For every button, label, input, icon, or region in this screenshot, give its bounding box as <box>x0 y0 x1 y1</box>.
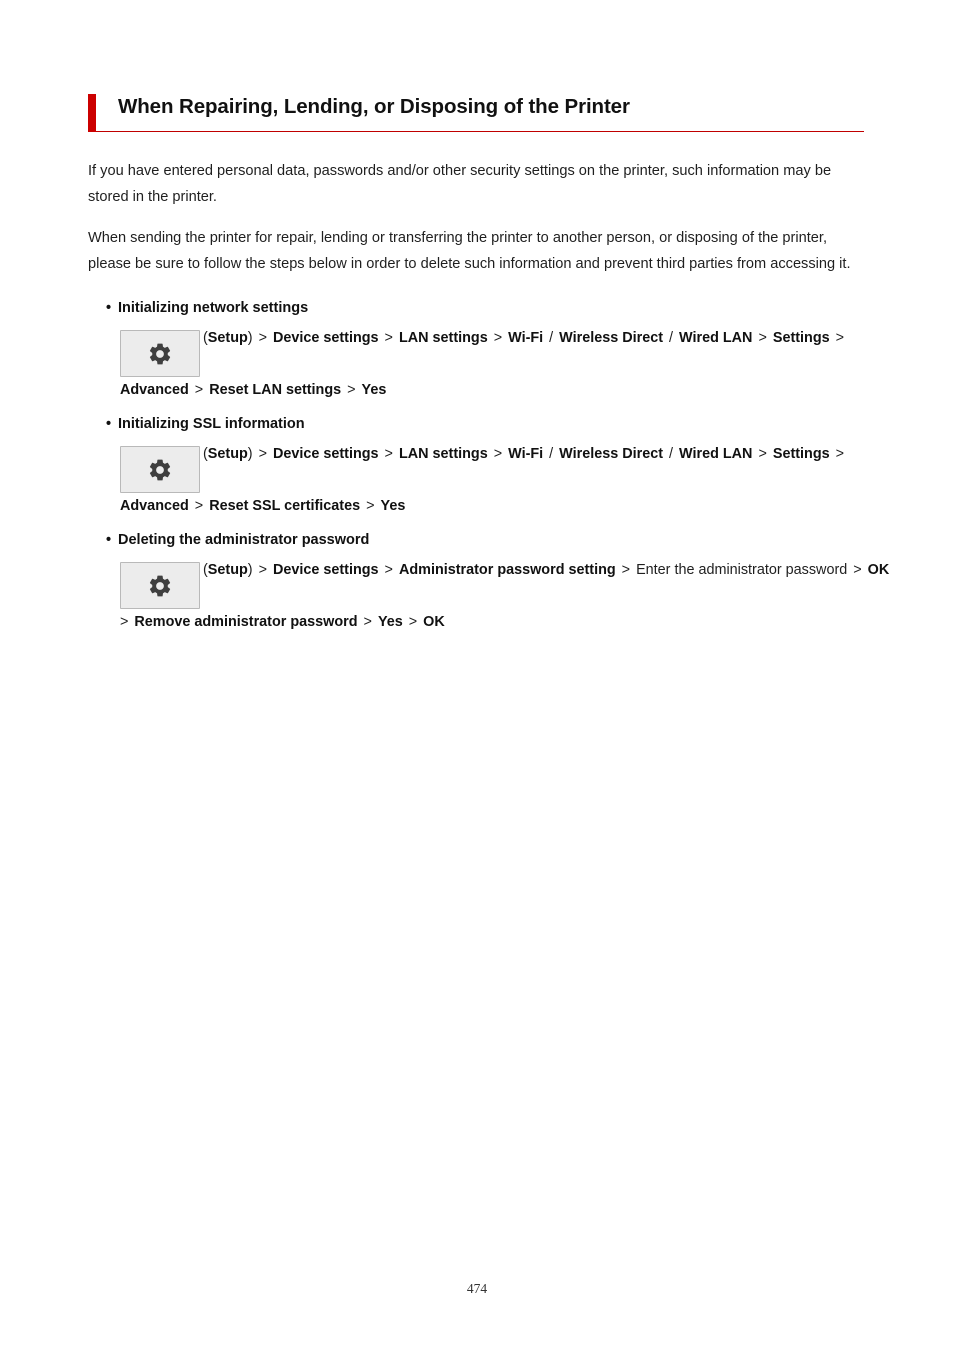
path-separator: > <box>254 445 271 462</box>
menu-item: Remove administrator password <box>134 613 358 630</box>
menu-path-text: (Setup) > Device settings > LAN settings… <box>120 330 846 398</box>
section-title-text: Initializing SSL information <box>118 415 305 432</box>
menu-item: OK <box>423 613 445 630</box>
path-separator: > <box>754 445 771 462</box>
menu-path: (Setup) > Device settings > LAN settings… <box>88 441 894 519</box>
path-separator: > <box>831 445 845 462</box>
bullet-marker: • <box>106 531 112 548</box>
path-separator: > <box>404 613 422 630</box>
menu-item: LAN settings <box>398 329 488 346</box>
menu-item: Wired LAN <box>679 329 753 346</box>
menu-item: Setup <box>207 445 248 462</box>
page-content: When Repairing, Lending, or Disposing of… <box>88 92 889 645</box>
bullet-marker: • <box>106 299 112 316</box>
menu-item: Wired LAN <box>679 445 753 462</box>
path-separator: / <box>545 445 558 462</box>
menu-path: (Setup) > Device settings > LAN settings… <box>88 325 894 403</box>
instruction-section-0: • Initializing network settings (Setup) … <box>88 297 864 403</box>
path-separator: Enter the administrator password <box>636 561 848 578</box>
instruction-sections: • Initializing network settings (Setup) … <box>88 297 889 635</box>
menu-item: Setup <box>207 561 248 578</box>
section-title-text: Initializing network settings <box>118 299 309 316</box>
document-page: When Repairing, Lending, or Disposing of… <box>0 0 954 1350</box>
menu-item: Yes <box>361 381 387 398</box>
path-separator: / <box>665 445 678 462</box>
path-separator: > <box>489 329 507 346</box>
section-title: • Initializing network settings <box>88 297 864 319</box>
path-separator: ) <box>247 329 253 346</box>
gear-icon[interactable] <box>120 561 200 609</box>
path-separator: > <box>754 329 771 346</box>
menu-item: Yes <box>380 497 406 514</box>
menu-item: Wireless Direct <box>559 445 664 462</box>
section-title-text: Deleting the administrator password <box>118 531 370 548</box>
path-separator: > <box>190 497 208 514</box>
path-separator: > <box>380 329 397 346</box>
page-heading: When Repairing, Lending, or Disposing of… <box>88 92 864 132</box>
gear-icon[interactable] <box>120 445 200 493</box>
menu-item: Device settings <box>272 445 379 462</box>
path-separator: > <box>849 561 866 578</box>
menu-item: Advanced <box>120 497 189 514</box>
menu-item: Device settings <box>272 329 379 346</box>
section-title: • Initializing SSL information <box>88 413 864 435</box>
menu-item: Administrator password setting <box>398 561 616 578</box>
path-separator: > <box>362 497 379 514</box>
page-number: 474 <box>466 1281 488 1296</box>
menu-item: Yes <box>377 613 403 630</box>
path-separator: > <box>380 445 397 462</box>
menu-item: Wi-Fi <box>508 329 544 346</box>
path-separator: > <box>190 381 208 398</box>
menu-item: Wi-Fi <box>508 445 544 462</box>
menu-item: Setup <box>207 329 248 346</box>
heading-accent-bar <box>88 94 96 132</box>
menu-item: Settings <box>772 329 830 346</box>
instruction-section-2: • Deleting the administrator password (S… <box>88 529 889 635</box>
menu-item: Device settings <box>272 561 379 578</box>
path-separator: > <box>489 445 507 462</box>
menu-item: Settings <box>772 445 830 462</box>
menu-item: Reset SSL certificates <box>209 497 361 514</box>
menu-item: Wireless Direct <box>559 329 664 346</box>
path-separator: / <box>545 329 558 346</box>
menu-path-text: (Setup) > Device settings > LAN settings… <box>120 446 846 514</box>
path-separator: / <box>665 329 678 346</box>
bullet-marker: • <box>106 415 112 432</box>
menu-item: Advanced <box>120 381 189 398</box>
path-separator: > <box>254 329 271 346</box>
path-separator: ) <box>247 561 253 578</box>
menu-item: Reset LAN settings <box>209 381 342 398</box>
path-separator: > <box>617 561 635 578</box>
menu-item: OK <box>867 561 890 578</box>
path-separator: > <box>359 613 376 630</box>
path-separator: > <box>254 561 271 578</box>
page-title: When Repairing, Lending, or Disposing of… <box>118 95 630 118</box>
section-title: • Deleting the administrator password <box>88 529 864 551</box>
intro-paragraph-1: If you have entered personal data, passw… <box>88 162 832 205</box>
intro-paragraph-2: When sending the printer for repair, len… <box>88 229 851 272</box>
path-separator: ) <box>247 445 253 462</box>
gear-icon[interactable] <box>120 329 200 377</box>
menu-item: LAN settings <box>398 445 488 462</box>
menu-path-text: (Setup) > Device settings > Administrato… <box>120 562 891 630</box>
instruction-section-1: • Initializing SSL information (Setup) >… <box>88 413 864 519</box>
path-separator: > <box>343 381 360 398</box>
path-separator: > <box>831 329 845 346</box>
menu-path: (Setup) > Device settings > Administrato… <box>88 557 894 635</box>
path-separator: > <box>380 561 397 578</box>
